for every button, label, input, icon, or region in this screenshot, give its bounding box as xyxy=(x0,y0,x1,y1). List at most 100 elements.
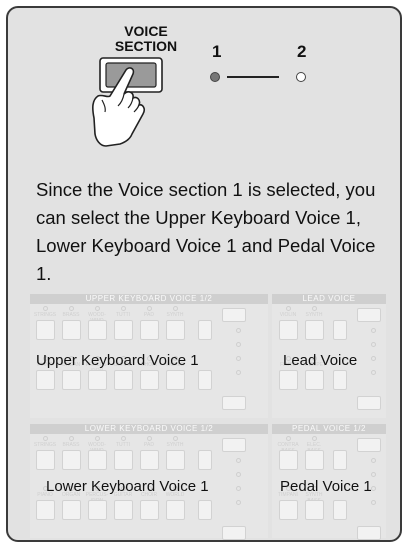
upper-voice-button[interactable] xyxy=(140,370,159,390)
upper-voice-label: STRINGS xyxy=(33,312,57,318)
panel-part-button[interactable] xyxy=(333,450,347,470)
pedal-voice-button[interactable] xyxy=(279,500,298,520)
panel-side-led xyxy=(371,328,376,333)
upper-voice-button[interactable] xyxy=(140,320,159,340)
voice-section-button-illustration xyxy=(92,57,163,147)
panel-side-led xyxy=(236,328,241,333)
pedal-voice-button[interactable] xyxy=(305,500,324,520)
upper-voice-label: PAD xyxy=(144,312,154,318)
upper-voice-button[interactable] xyxy=(36,320,55,340)
upper-voice-led xyxy=(173,306,178,311)
lower-voice-button[interactable] xyxy=(36,500,55,520)
upper-voice-led xyxy=(95,306,100,311)
lower-voice-button[interactable] xyxy=(114,500,133,520)
panel-side-led xyxy=(371,370,376,375)
lower-voice-button[interactable] xyxy=(88,450,107,470)
pedal-panel-header: PEDAL VOICE 1/2 xyxy=(272,424,386,434)
panel-side-led xyxy=(371,486,376,491)
panel-side-led xyxy=(371,356,376,361)
lower-voice-led xyxy=(147,436,152,441)
panel-side-button[interactable] xyxy=(357,396,381,410)
upper-voice-led xyxy=(121,306,126,311)
lower-voice-led xyxy=(95,436,100,441)
upper-voice-button[interactable] xyxy=(166,320,185,340)
lower-voice-button[interactable] xyxy=(62,500,81,520)
panel-side-led xyxy=(236,486,241,491)
panel-side-led xyxy=(236,356,241,361)
lead-voice-button[interactable] xyxy=(305,370,324,390)
lower-voice-button[interactable] xyxy=(166,450,185,470)
lead-voice-led xyxy=(286,306,291,311)
lower-voice-button[interactable] xyxy=(62,450,81,470)
upper-voice-button[interactable] xyxy=(114,320,133,340)
lead-voice-overlay-label: Lead Voice xyxy=(283,352,358,369)
upper-voice-button[interactable] xyxy=(166,370,185,390)
lead-voice-button[interactable] xyxy=(279,370,298,390)
lead-panel-header: LEAD VOICE xyxy=(272,294,386,304)
panel-side-led xyxy=(236,370,241,375)
lead-voice-led xyxy=(312,306,317,311)
voice-section-label-line: VOICE xyxy=(124,23,168,39)
panel-part-button[interactable] xyxy=(333,320,347,340)
lower-voice-button[interactable] xyxy=(88,500,107,520)
upper-voice-label: SYNTH xyxy=(166,312,184,318)
panel-part-button[interactable] xyxy=(198,450,212,470)
lead-voice-button[interactable] xyxy=(305,320,324,340)
panel-side-led xyxy=(236,458,241,463)
upper-voice-led xyxy=(43,306,48,311)
panel-side-button[interactable] xyxy=(222,438,246,452)
upper-voice-button[interactable] xyxy=(88,370,107,390)
upper-voice-button[interactable] xyxy=(114,370,133,390)
lead-voice-label: VIOLIN xyxy=(279,312,297,318)
pedal-voice-led xyxy=(286,436,291,441)
panel-side-button[interactable] xyxy=(222,308,246,322)
lower-keyboard-voice-overlay-label: Lower Keyboard Voice 1 xyxy=(46,478,209,495)
lower-voice-button[interactable] xyxy=(36,450,55,470)
lower-voice-button[interactable] xyxy=(140,450,159,470)
upper-panel-header: UPPER KEYBOARD VOICE 1/2 xyxy=(30,294,268,304)
upper-voice-button[interactable] xyxy=(62,370,81,390)
lower-voice-led xyxy=(173,436,178,441)
lower-voice-led xyxy=(121,436,126,441)
pedal-voice-button[interactable] xyxy=(279,450,298,470)
lower-voice-label: PAD xyxy=(144,442,154,448)
upper-voice-led xyxy=(147,306,152,311)
upper-voice-button[interactable] xyxy=(36,370,55,390)
lower-voice-led xyxy=(69,436,74,441)
lower-voice-led xyxy=(43,436,48,441)
section-2-indicator xyxy=(296,72,306,82)
lower-voice-button[interactable] xyxy=(166,500,185,520)
panel-part-button[interactable] xyxy=(333,500,347,520)
description-text: Since the Voice section 1 is selected, y… xyxy=(36,179,376,284)
panel-side-led xyxy=(371,342,376,347)
panel-side-button[interactable] xyxy=(357,438,381,452)
section-1-label: 1 xyxy=(212,42,222,61)
lower-panel-header: LOWER KEYBOARD VOICE 1/2 xyxy=(30,424,268,434)
upper-keyboard-voice-overlay-label: Upper Keyboard Voice 1 xyxy=(36,352,199,369)
panel-side-button[interactable] xyxy=(222,396,246,410)
upper-voice-led xyxy=(69,306,74,311)
upper-voice-button[interactable] xyxy=(88,320,107,340)
lower-voice-button[interactable] xyxy=(114,450,133,470)
panel-side-button[interactable] xyxy=(357,308,381,322)
upper-voice-button[interactable] xyxy=(62,320,81,340)
panel-part-button[interactable] xyxy=(198,370,212,390)
lower-voice-label: SYNTH xyxy=(166,442,184,448)
panel-part-button[interactable] xyxy=(198,500,212,520)
indicator-connector xyxy=(227,76,279,78)
panel-side-button[interactable] xyxy=(357,526,381,540)
lead-voice-button[interactable] xyxy=(279,320,298,340)
panel-part-button[interactable] xyxy=(333,370,347,390)
panel-side-led xyxy=(236,342,241,347)
upper-voice-label: BRASS xyxy=(62,312,80,318)
panel-side-led xyxy=(371,472,376,477)
panel-part-button[interactable] xyxy=(198,320,212,340)
panel-side-button[interactable] xyxy=(222,526,246,540)
pedal-voice-button[interactable] xyxy=(305,450,324,470)
lower-voice-label: STRINGS xyxy=(33,442,57,448)
panel-side-led xyxy=(371,458,376,463)
lower-voice-button[interactable] xyxy=(140,500,159,520)
panel-side-led xyxy=(236,500,241,505)
pedal-voice-led xyxy=(312,436,317,441)
section-2-label: 2 xyxy=(297,42,307,61)
